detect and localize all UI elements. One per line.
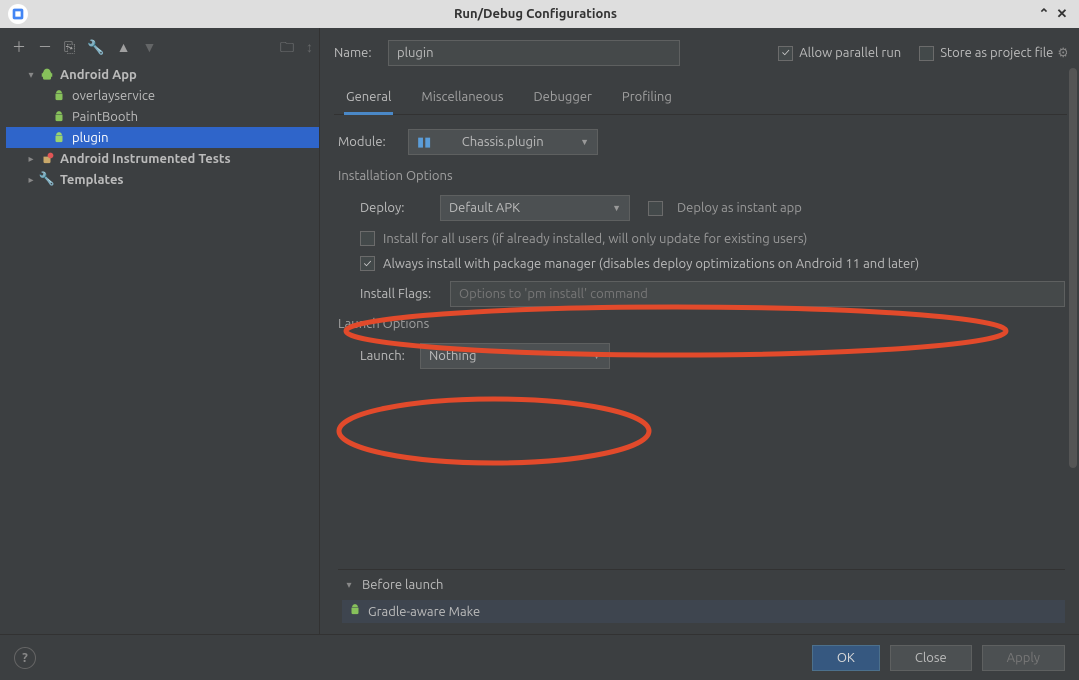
apply-button[interactable]: Apply xyxy=(982,645,1065,671)
installation-options-title: Installation Options xyxy=(338,169,1065,183)
module-folder-icon: ▮▮ xyxy=(417,135,431,150)
before-launch-item[interactable]: Gradle-aware Make xyxy=(342,600,1065,623)
tree-item-paintbooth[interactable]: PaintBooth xyxy=(6,106,319,127)
chevron-down-icon: ▼ xyxy=(580,137,589,147)
config-editor: Name: Allow parallel run Store as projec… xyxy=(320,28,1079,634)
tree-node-android-app[interactable]: ▾ Android App xyxy=(6,64,319,85)
chevron-down-icon: ▾ xyxy=(342,579,356,591)
close-button[interactable]: Close xyxy=(890,645,972,671)
window-title-bar: Run/Debug Configurations ⌃ ✕ xyxy=(0,0,1079,28)
checkbox-label: Store as project file xyxy=(940,46,1053,60)
tree-item-plugin[interactable]: plugin xyxy=(6,127,319,148)
copy-icon[interactable]: ⎘ xyxy=(64,40,75,54)
module-label: Module: xyxy=(338,135,408,149)
up-icon[interactable]: ▲ xyxy=(117,40,131,54)
chevron-right-icon: ▸ xyxy=(24,174,38,186)
checkbox-label: Always install with package manager (dis… xyxy=(383,257,919,271)
help-button[interactable]: ? xyxy=(14,647,36,669)
tab-debugger[interactable]: Debugger xyxy=(531,84,593,114)
chevron-right-icon: ▸ xyxy=(24,153,38,165)
allow-parallel-checkbox[interactable]: Allow parallel run xyxy=(778,46,901,61)
down-icon: ▼ xyxy=(143,40,157,54)
android-icon xyxy=(50,110,68,124)
combo-value: Nothing xyxy=(429,349,476,363)
tree-node-templates[interactable]: ▸ 🔧 Templates xyxy=(6,169,319,190)
combo-value: Default APK xyxy=(449,201,520,215)
checkbox-label: Allow parallel run xyxy=(799,46,901,60)
tab-general[interactable]: General xyxy=(344,84,393,115)
sort-icon: ↕ xyxy=(306,40,313,54)
gradle-icon xyxy=(348,603,362,620)
window-title: Run/Debug Configurations xyxy=(36,7,1035,21)
install-flags-label: Install Flags: xyxy=(360,287,450,301)
launch-label: Launch: xyxy=(360,349,420,363)
install-all-users-checkbox[interactable]: Install for all users (if already instal… xyxy=(360,231,1065,246)
checkbox-label: Install for all users (if already instal… xyxy=(383,232,807,246)
configurations-sidebar: ＋ － ⎘ 🔧 ▲ ▼ 🗀 ↕ ▾ Android App overlayser… xyxy=(0,28,320,634)
add-icon[interactable]: ＋ xyxy=(12,40,26,54)
launch-combo[interactable]: Nothing ▼ xyxy=(420,343,610,369)
tree-label: PaintBooth xyxy=(72,110,138,124)
tab-miscellaneous[interactable]: Miscellaneous xyxy=(419,84,505,114)
module-combo[interactable]: ▮▮ Chassis.plugin ▼ xyxy=(408,129,598,155)
ok-button[interactable]: OK xyxy=(812,645,880,671)
deploy-combo[interactable]: Default APK ▼ xyxy=(440,195,630,221)
deploy-instant-checkbox[interactable]: Deploy as instant app xyxy=(648,201,802,216)
before-launch-toggle[interactable]: ▾ Before launch xyxy=(342,578,1065,592)
folder-icon[interactable]: 🗀 xyxy=(280,40,294,54)
name-label: Name: xyxy=(334,46,388,60)
right-scrollbar[interactable] xyxy=(1067,28,1079,634)
window-minimize-icon[interactable]: ⌃ xyxy=(1035,7,1053,22)
tree-node-instrumented[interactable]: ▸ Android Instrumented Tests xyxy=(6,148,319,169)
chevron-down-icon: ▼ xyxy=(592,351,601,361)
sidebar-toolbar: ＋ － ⎘ 🔧 ▲ ▼ 🗀 ↕ xyxy=(6,36,319,64)
launch-options-title: Launch Options xyxy=(338,317,1065,331)
always-package-manager-checkbox[interactable]: Always install with package manager (dis… xyxy=(360,256,1065,271)
wrench-icon: 🔧 xyxy=(38,172,56,187)
config-tabs: General Miscellaneous Debugger Profiling xyxy=(334,84,1069,115)
android-icon xyxy=(38,68,56,82)
before-launch-label: Gradle-aware Make xyxy=(368,605,480,619)
wrench-icon[interactable]: 🔧 xyxy=(87,40,104,54)
install-flags-input[interactable] xyxy=(450,281,1065,307)
tree-item-overlayservice[interactable]: overlayservice xyxy=(6,85,319,106)
tree-label: plugin xyxy=(72,131,109,145)
tree-label: Android App xyxy=(60,68,137,82)
section-label: Before launch xyxy=(362,578,443,592)
tree-label: Templates xyxy=(60,173,124,187)
remove-icon[interactable]: － xyxy=(38,40,52,54)
dialog-footer: ? OK Close Apply xyxy=(0,634,1079,680)
android-icon xyxy=(50,89,68,103)
android-icon xyxy=(50,131,68,145)
combo-value: Chassis.plugin xyxy=(462,135,544,149)
tree-label: Android Instrumented Tests xyxy=(60,152,231,166)
store-project-checkbox[interactable]: Store as project file xyxy=(919,46,1053,61)
name-input[interactable] xyxy=(388,40,680,66)
window-close-icon[interactable]: ✕ xyxy=(1053,7,1071,22)
checkbox-label: Deploy as instant app xyxy=(677,201,802,215)
deploy-label: Deploy: xyxy=(360,201,440,215)
chevron-down-icon: ▾ xyxy=(24,69,38,81)
tab-profiling[interactable]: Profiling xyxy=(620,84,674,114)
chevron-down-icon: ▼ xyxy=(612,203,621,213)
before-launch-section: ▾ Before launch Gradle-aware Make xyxy=(338,569,1065,623)
config-tree: ▾ Android App overlayservice PaintBooth … xyxy=(6,64,319,190)
app-icon xyxy=(8,4,28,24)
test-icon xyxy=(38,152,56,166)
tree-label: overlayservice xyxy=(72,89,155,103)
